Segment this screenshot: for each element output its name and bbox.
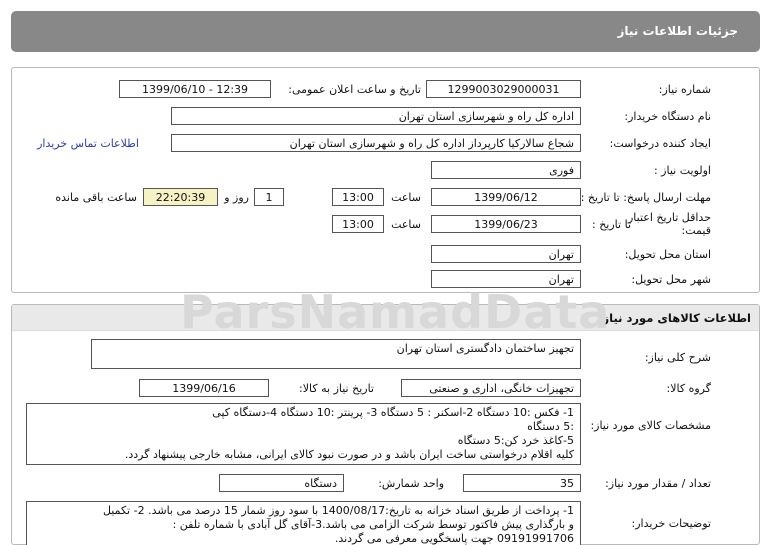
desc-field: تجهیز ساختمان دادگستری استان تهران <box>91 339 581 369</box>
buyer-contact-link[interactable]: اطلاعات تماس خریدار <box>37 137 139 150</box>
priority-label: اولویت نیاز : <box>653 164 711 177</box>
notes-line: و بارگذاری پیش فاکتور توسط شرکت الزامی م… <box>172 518 574 531</box>
validity-time-field: 13:00 <box>332 215 384 233</box>
notes-field: 1- پرداخت از طریق اسناد خزانه به تاریخ:1… <box>26 501 581 545</box>
need-info-panel: شماره نیاز: 1299003029000031 تاریخ و ساع… <box>11 67 760 293</box>
validity-time-label: ساعت <box>391 218 421 231</box>
buyer-field: اداره کل راه و شهرسازی استان تهران <box>171 107 581 125</box>
notes-line: 1- پرداخت از طریق اسناد خزانه به تاریخ:1… <box>102 504 574 517</box>
announce-label: تاریخ و ساعت اعلان عمومی: <box>288 83 421 96</box>
priority-field: فوری <box>431 161 581 179</box>
validity-label-line2: قیمت: <box>681 224 711 237</box>
unit-label: واحد شمارش: <box>378 477 444 490</box>
page-title: جزئیات اطلاعات نیاز <box>617 24 738 38</box>
qty-field: 35 <box>463 474 581 492</box>
goods-section-title: اطلاعات کالاهای مورد نیاز <box>602 311 751 325</box>
notes-line: 09191991706 جهت پاسخگویی معرفی می گردند. <box>334 532 574 545</box>
need-date-field: 1399/06/16 <box>139 379 269 397</box>
unit-field: دستگاه <box>219 474 344 492</box>
validity-date-field: 1399/06/23 <box>431 215 581 233</box>
group-label: گروه کالا: <box>666 382 711 395</box>
city-label: شهر محل تحویل: <box>631 273 711 286</box>
need-number-field: 1299003029000031 <box>426 80 581 98</box>
deadline-time-field: 13:00 <box>332 188 384 206</box>
need-number-label: شماره نیاز: <box>658 83 711 96</box>
validity-to-label: تا تاریخ : <box>592 218 631 231</box>
qty-label: تعداد / مقدار مورد نیاز: <box>605 477 711 490</box>
remaining-label: ساعت باقی مانده <box>55 191 137 204</box>
city-field: تهران <box>431 270 581 288</box>
validity-label-line1: حداقل تاریخ اعتبار <box>627 211 711 224</box>
province-field: تهران <box>431 245 581 263</box>
spec-field: 1- فکس :10 دستگاه 2-اسکنر : 5 دستگاه 3- … <box>26 403 581 465</box>
days-label: روز و <box>224 191 249 204</box>
need-date-label: تاریخ نیاز به کالا: <box>299 382 374 395</box>
deadline-time-label: ساعت <box>391 191 421 204</box>
notes-label: توضیحات خریدار: <box>631 517 712 530</box>
spec-line: 1- فکس :10 دستگاه 2-اسکنر : 5 دستگاه 3- … <box>212 406 574 419</box>
goods-info-panel: اطلاعات کالاهای مورد نیاز شرح کلی نیاز: … <box>11 304 760 545</box>
creator-label: ایجاد کننده درخواست: <box>609 137 711 150</box>
desc-label: شرح کلی نیاز: <box>644 351 711 364</box>
spec-line: :5 دستگاه <box>527 420 574 433</box>
group-field: تجهیزات خانگی، اداری و صنعتی <box>401 379 581 397</box>
province-label: استان محل تحویل: <box>624 248 711 261</box>
announce-field: 1399/06/10 - 12:39 <box>119 80 271 98</box>
buyer-label: نام دستگاه خریدار: <box>624 110 711 123</box>
spec-line: کلیه اقلام درخواستی ساخت ایران باشد و در… <box>124 448 574 461</box>
remaining-time-field: 22:20:39 <box>143 188 218 206</box>
deadline-label: مهلت ارسال پاسخ: تا تاریخ : <box>580 191 711 204</box>
spec-label: مشخصات کالای مورد نیاز: <box>590 419 711 432</box>
goods-section-header: اطلاعات کالاهای مورد نیاز <box>12 305 759 331</box>
desc-text: تجهیز ساختمان دادگستری استان تهران <box>396 342 574 355</box>
deadline-date-field: 1399/06/12 <box>431 188 581 206</box>
days-field: 1 <box>254 188 284 206</box>
spec-line: 5-کاغذ خرد کن:5 دستگاه <box>457 434 574 447</box>
creator-field: شجاع سالارکیا کارپرداز اداره کل راه و شه… <box>171 134 581 152</box>
page-header: جزئیات اطلاعات نیاز <box>11 11 760 52</box>
